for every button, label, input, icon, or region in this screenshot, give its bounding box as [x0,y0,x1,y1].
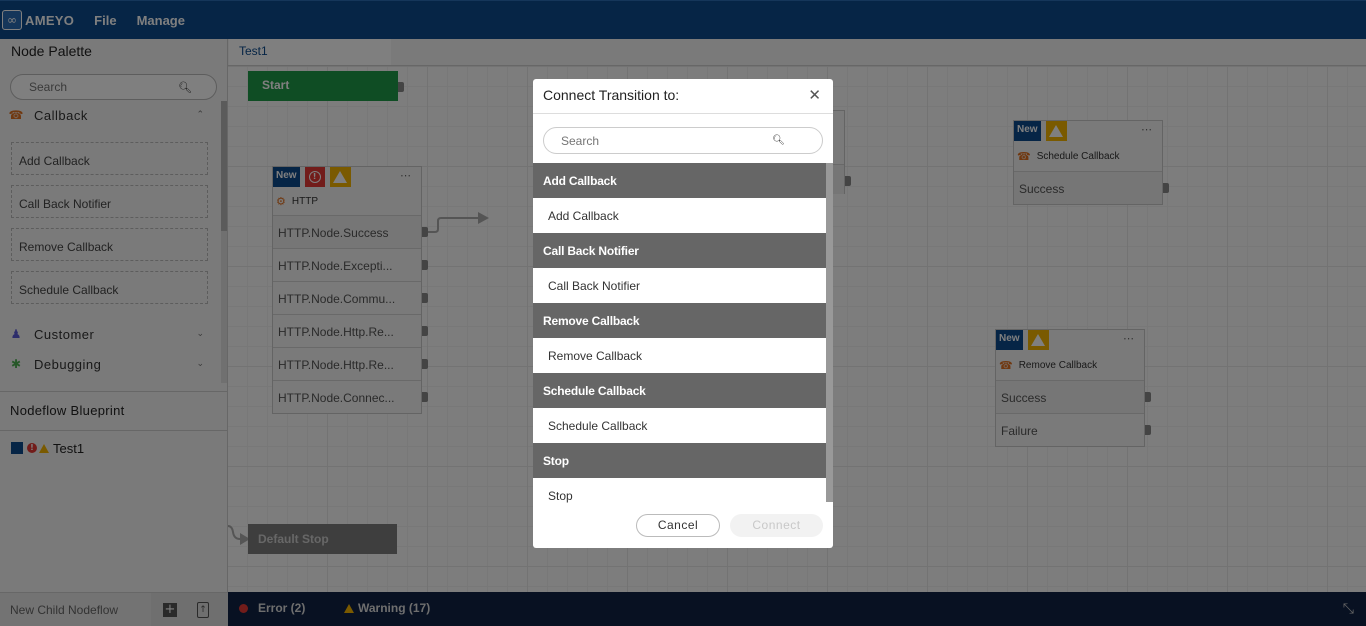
group-header: Call Back Notifier [533,233,826,268]
close-icon[interactable]: ✕ [808,86,821,104]
target-option[interactable]: Call Back Notifier [533,268,826,303]
target-option[interactable]: Add Callback [533,198,826,233]
target-option[interactable]: Schedule Callback [533,408,826,443]
target-node-list: Add Callback Add Callback Call Back Noti… [533,163,833,503]
cancel-button[interactable]: Cancel [636,514,720,537]
dialog-title: Connect Transition to: [543,87,680,103]
dialog-search-input[interactable] [561,134,761,148]
target-option[interactable]: Stop [533,478,826,503]
scrollbar-thumb[interactable] [826,163,833,502]
dialog-header: Connect Transition to: ✕ [533,79,833,114]
connect-button[interactable]: Connect [730,514,823,537]
group-header: Remove Callback [533,303,826,338]
search-icon[interactable]: 🔍︎ [772,135,785,146]
dialog-search[interactable]: 🔍︎ [543,127,823,154]
target-option[interactable]: Remove Callback [533,338,826,373]
connect-transition-dialog: Connect Transition to: ✕ 🔍︎ Add Callback… [533,79,833,548]
group-header: Schedule Callback [533,373,826,408]
group-header: Add Callback [533,163,826,198]
list-scrollbar[interactable] [826,163,833,503]
group-header: Stop [533,443,826,478]
